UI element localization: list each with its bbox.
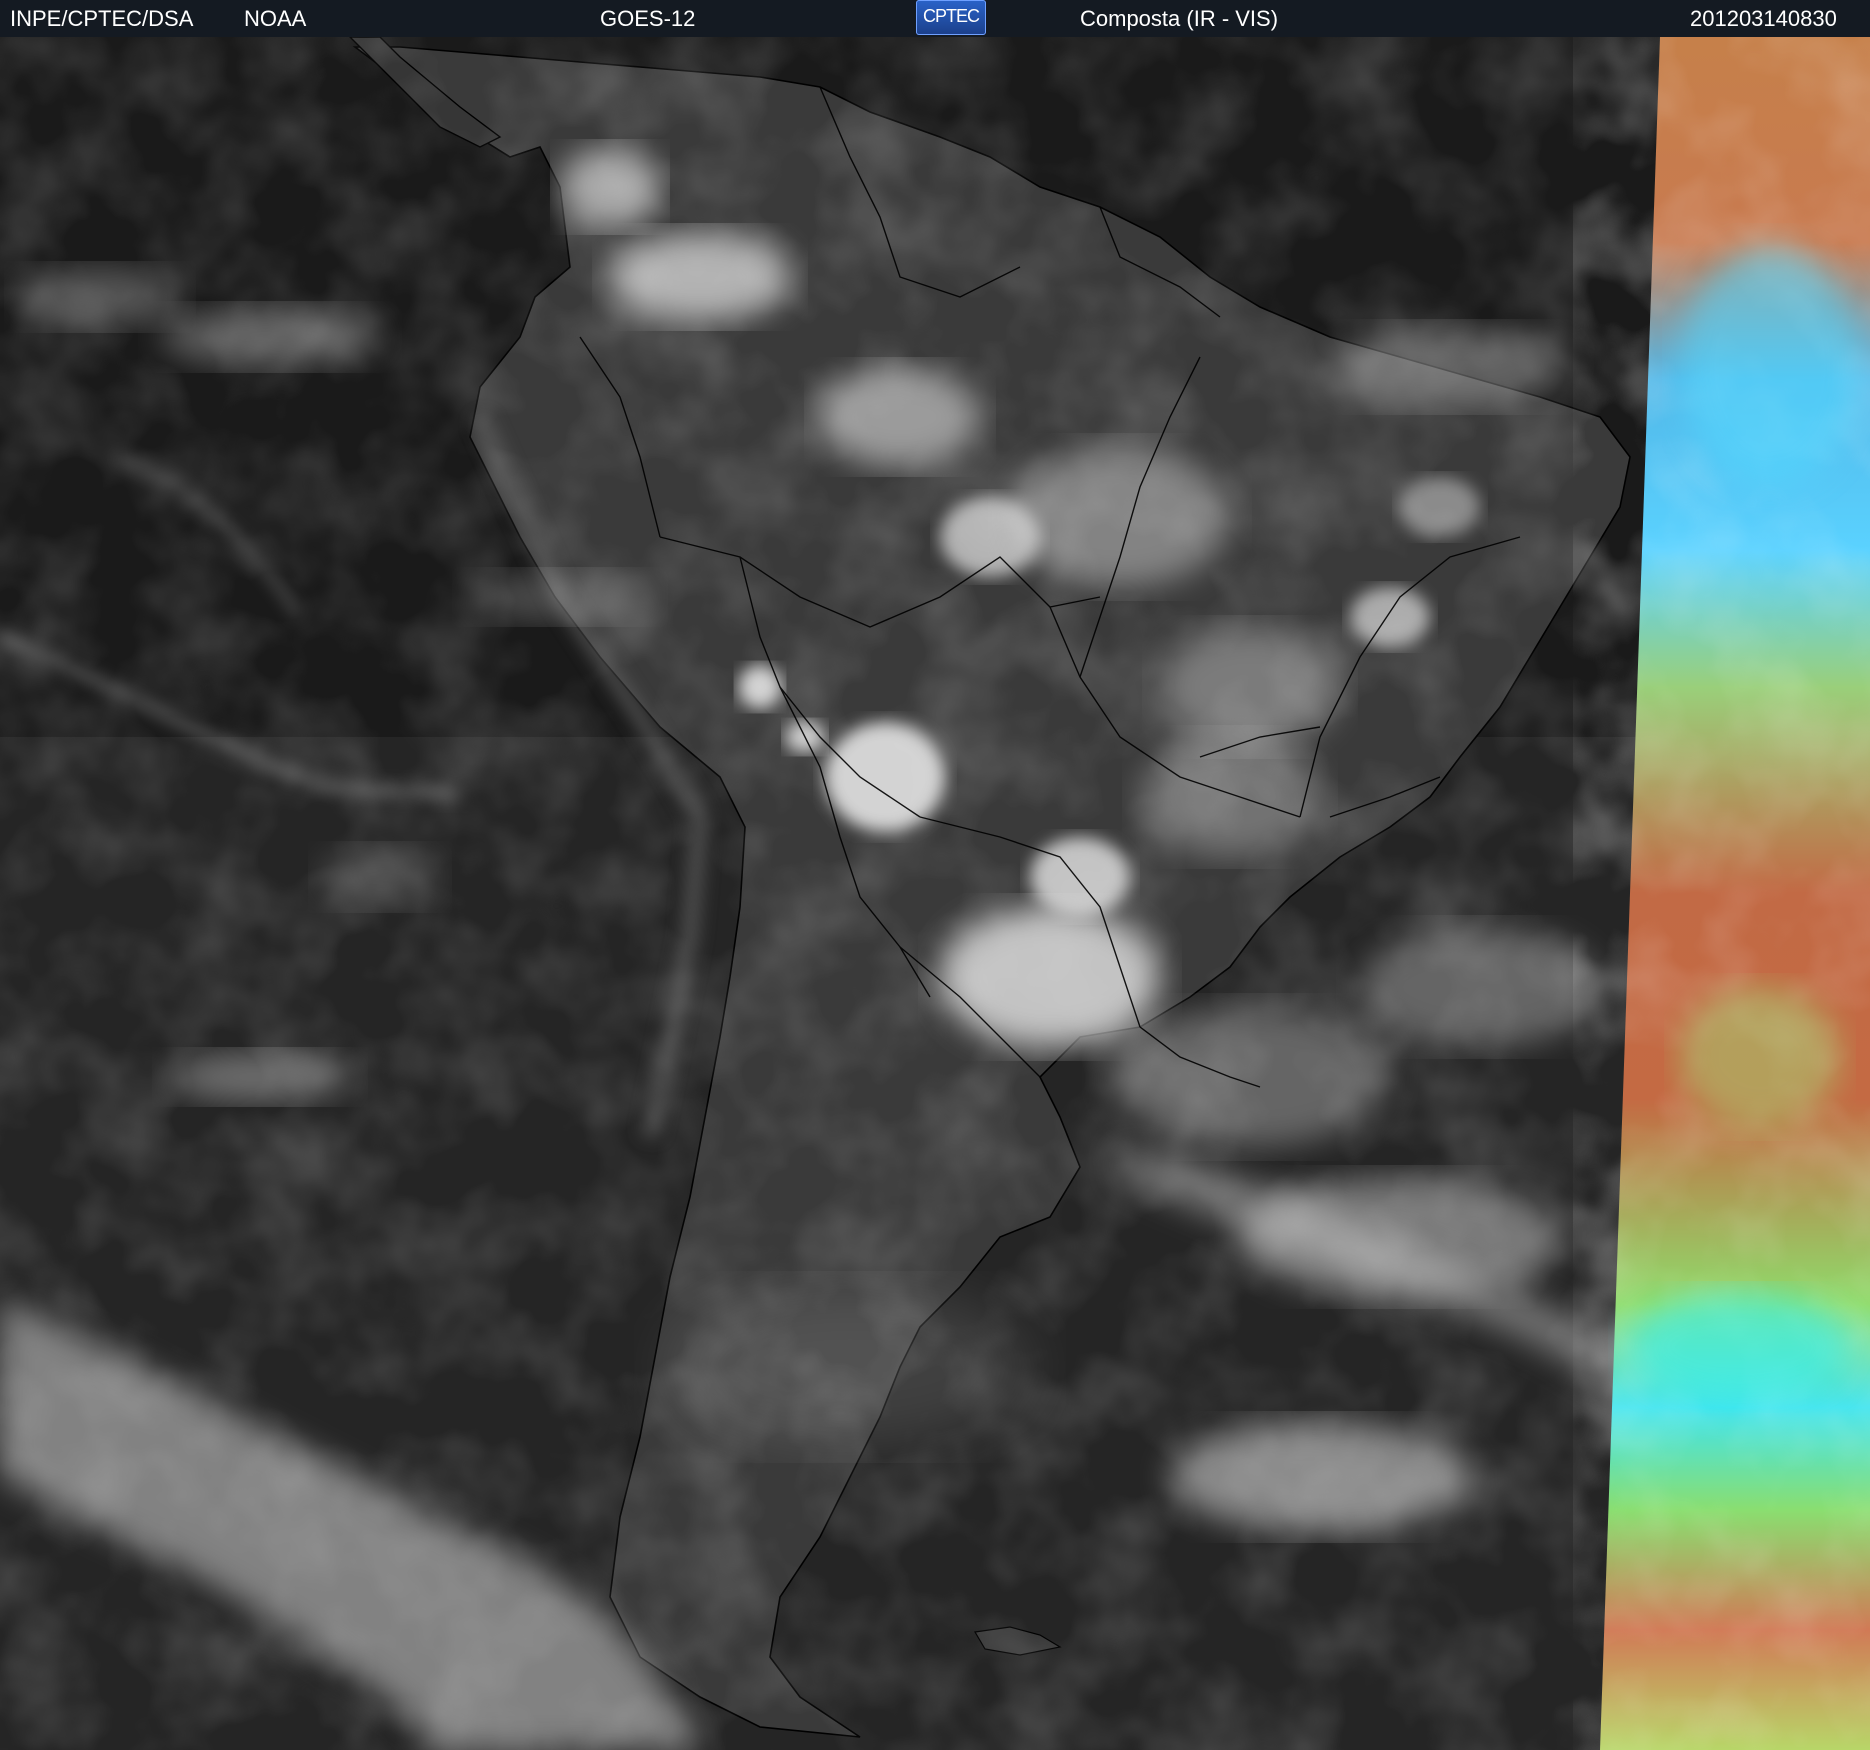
cptec-logo: CPTEC <box>916 0 986 35</box>
vis-green-patch <box>1680 987 1840 1127</box>
agency-label: INPE/CPTEC/DSA <box>10 6 194 31</box>
cptec-logo-text: CPTEC <box>922 6 980 26</box>
product-label: Composta (IR - VIS) <box>1080 6 1279 31</box>
header-bar: INPE/CPTEC/DSA NOAA GOES-12 CPTEC Compos… <box>0 0 1870 38</box>
vis-cyan-patch-south <box>1630 1292 1850 1402</box>
satellite-map <box>0 37 1870 1750</box>
timestamp-label: 201203140830 <box>1690 6 1837 31</box>
vis-cyan-patch-north <box>1680 247 1860 487</box>
satellite-label: GOES-12 <box>600 6 696 31</box>
source-label: NOAA <box>244 6 307 31</box>
